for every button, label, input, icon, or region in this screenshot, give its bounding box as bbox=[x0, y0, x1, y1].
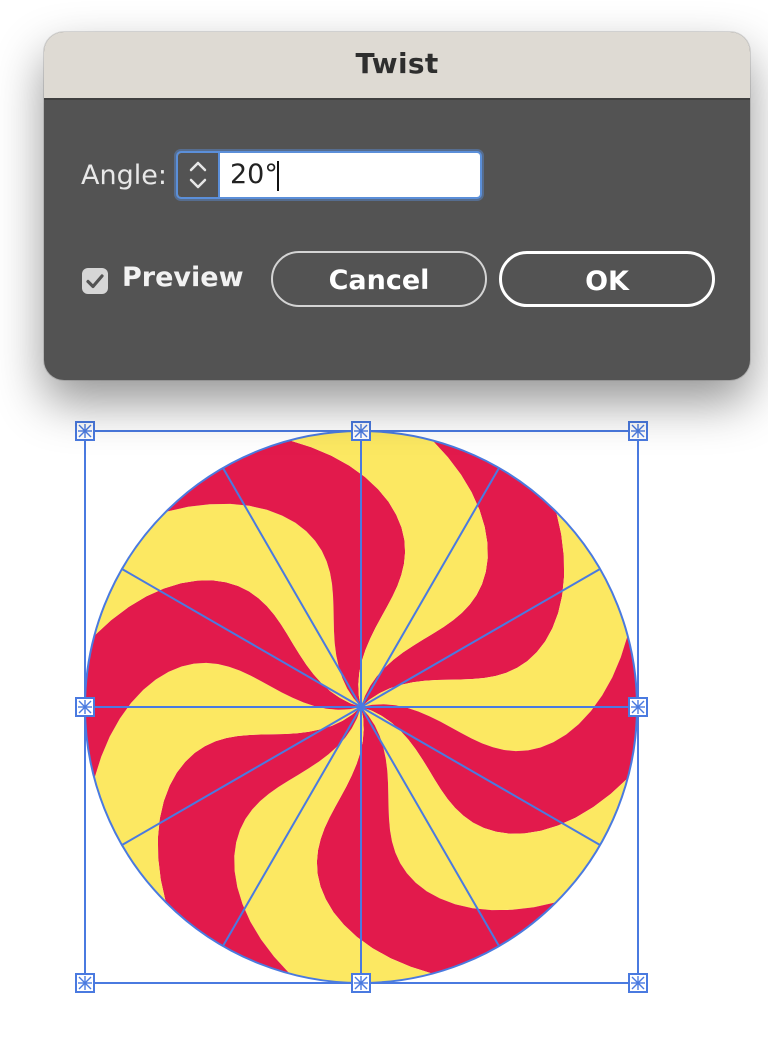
preview-label[interactable]: Preview bbox=[122, 262, 244, 293]
resize-handle[interactable] bbox=[75, 697, 95, 717]
checkmark-icon bbox=[86, 274, 104, 289]
resize-handle[interactable] bbox=[628, 697, 648, 717]
preview-checkbox[interactable] bbox=[82, 268, 108, 294]
chevron-down-icon[interactable] bbox=[189, 178, 207, 189]
twist-dialog: Twist Angle: 20° Preview Cancel OK bbox=[44, 32, 750, 380]
chevron-up-icon[interactable] bbox=[189, 161, 207, 172]
angle-label: Angle: bbox=[81, 160, 167, 191]
resize-handle[interactable] bbox=[75, 421, 95, 441]
dialog-titlebar[interactable]: Twist bbox=[44, 32, 750, 100]
resize-handle[interactable] bbox=[628, 973, 648, 993]
dialog-title: Twist bbox=[355, 47, 439, 80]
cancel-button[interactable]: Cancel bbox=[271, 251, 487, 307]
angle-input[interactable]: 20° bbox=[230, 159, 278, 190]
angle-stepper[interactable] bbox=[178, 153, 220, 197]
angle-field[interactable]: 20° bbox=[176, 151, 482, 199]
resize-handle[interactable] bbox=[75, 973, 95, 993]
text-caret bbox=[277, 161, 279, 191]
resize-handle[interactable] bbox=[351, 973, 371, 993]
resize-handle[interactable] bbox=[628, 421, 648, 441]
resize-handle[interactable] bbox=[351, 421, 371, 441]
ok-button[interactable]: OK bbox=[499, 251, 715, 307]
